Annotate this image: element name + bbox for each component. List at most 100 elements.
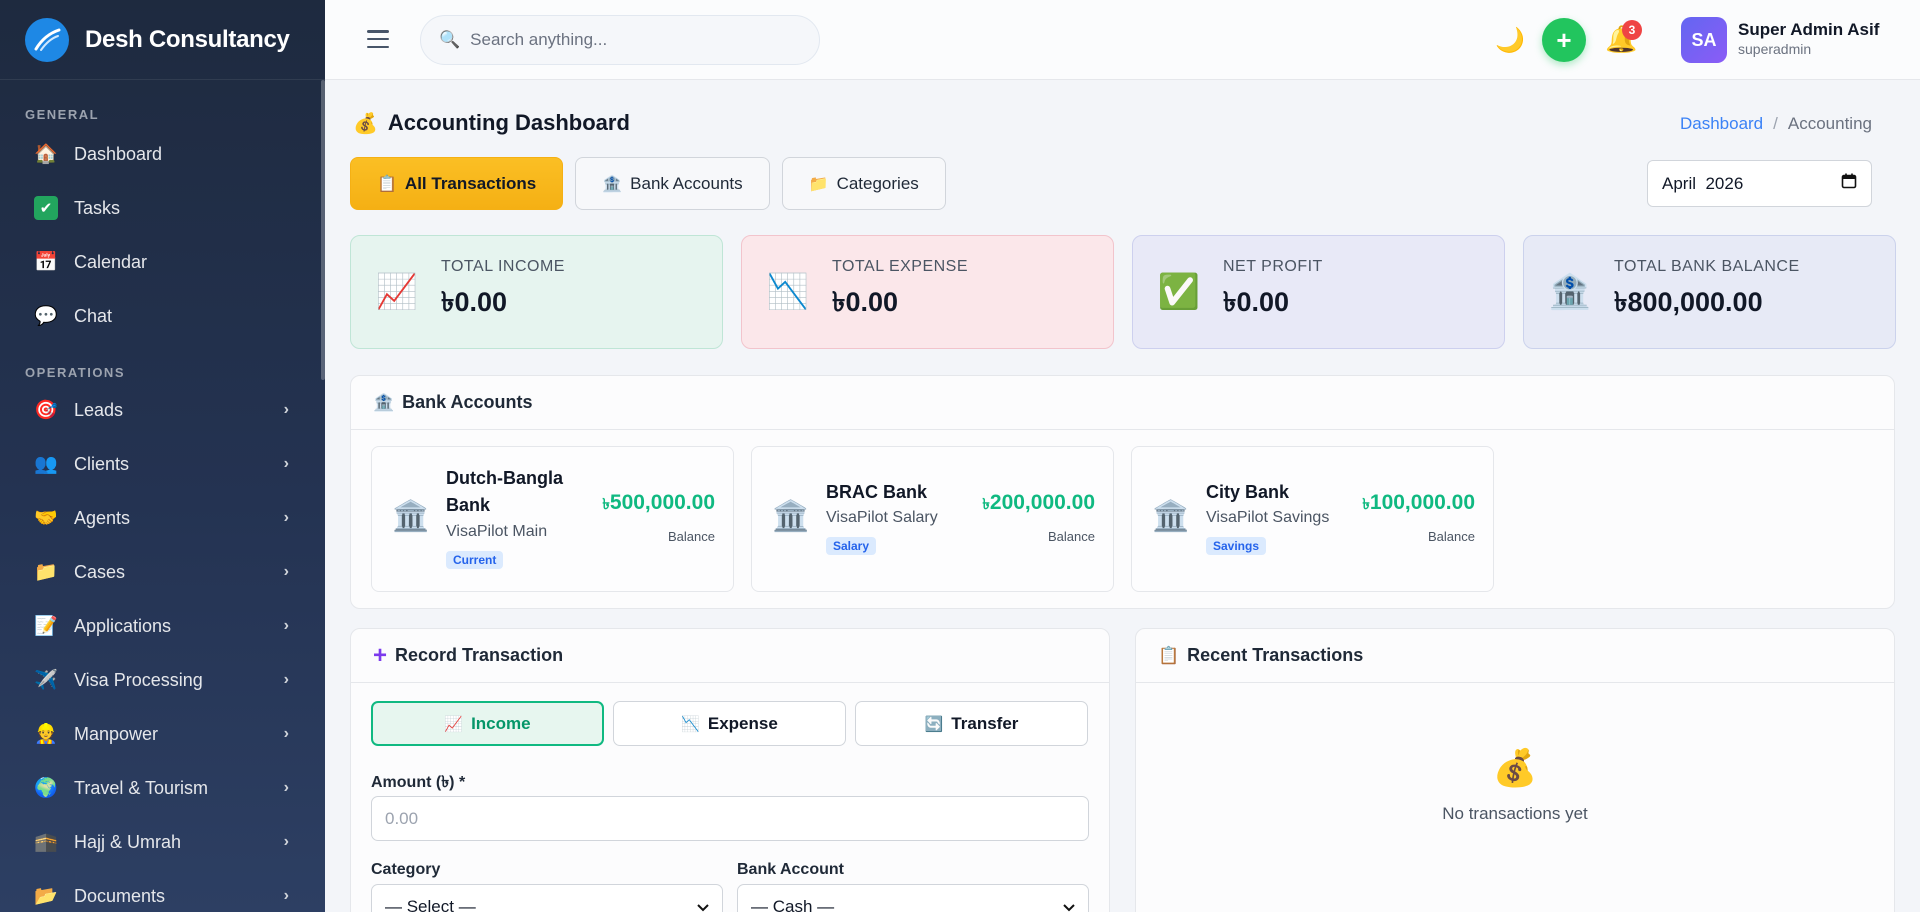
sidebar-item-chat[interactable]: 💬 Chat <box>0 289 325 343</box>
sidebar-item-label: Travel & Tourism <box>74 777 209 798</box>
sidebar-item-tasks[interactable]: ✔ Tasks <box>0 181 325 235</box>
sidebar-item-label: Agents <box>74 507 131 528</box>
sidebar-item-label: Dashboard <box>74 143 163 164</box>
account-type-badge: Salary <box>826 537 877 555</box>
topbar: 🔍 🌙 + 🔔 3 SA Super Admin Asif superadmin <box>325 0 1920 80</box>
sidebar: Desh Consultancy GENERAL 🏠 Dashboard ✔ Tas… <box>0 0 325 912</box>
search-bar[interactable]: 🔍 <box>420 15 820 65</box>
card-header: 📋 Recent Transactions <box>1136 629 1894 683</box>
sidebar-item-clients[interactable]: 👥 Clients › <box>0 437 325 491</box>
brand-logo-icon <box>25 17 69 62</box>
brand-name: Desh Consultancy <box>85 25 290 53</box>
bank-icon: 🏦 <box>1548 273 1592 311</box>
stat-card-total-bank-balance: 🏦 TOTAL BANK BALANCE ৳800,000.00 <box>1523 235 1896 349</box>
stat-value: ৳0.00 <box>441 286 507 317</box>
bank-name: BRAC Bank <box>826 482 928 502</box>
sidebar-item-cases[interactable]: 📁 Cases › <box>0 545 325 599</box>
sidebar-item-label: Calendar <box>74 251 148 272</box>
type-income-button[interactable]: 📈 Income <box>371 701 604 746</box>
document-icon: 📝 <box>34 616 58 637</box>
sidebar-item-manpower[interactable]: 👷 Manpower › <box>0 707 325 761</box>
sidebar-item-travel-tourism[interactable]: 🌍 Travel & Tourism › <box>0 761 325 815</box>
moon-icon[interactable]: 🌙 <box>1495 26 1525 55</box>
stat-label: TOTAL INCOME <box>441 257 565 275</box>
section-label-general: GENERAL <box>25 107 100 122</box>
page-title: 💰 Accounting Dashboard <box>353 110 630 136</box>
sidebar-item-visa-processing[interactable]: ✈️ Visa Processing › <box>0 653 325 707</box>
sidebar-item-label: Cases <box>74 561 126 582</box>
stat-label: TOTAL EXPENSE <box>832 257 969 275</box>
clipboard-icon: 📋 <box>1158 645 1180 665</box>
card-title: Record Transaction <box>395 645 564 665</box>
type-transfer-button[interactable]: 🔄 Transfer <box>855 701 1088 746</box>
chevron-right-icon: › <box>283 725 289 742</box>
breadcrumb-dashboard-link[interactable]: Dashboard <box>1680 114 1763 133</box>
balance-label: Balance <box>1048 529 1095 544</box>
check-icon: ✔ <box>34 196 58 220</box>
bank-accounts-card: 🏦 Bank Accounts 🏛️ Dutch-Bangla Bank Visa… <box>350 375 1895 609</box>
bank-icon: 🏛️ <box>392 500 430 533</box>
bank-account-card[interactable]: 🏛️ City Bank VisaPilot Savings Savings ৳… <box>1131 446 1494 592</box>
money-bag-icon: 💰 <box>353 112 378 135</box>
sidebar-item-label: Chat <box>74 305 113 326</box>
bank-account-card[interactable]: 🏛️ Dutch-Bangla Bank VisaPilot Main Curr… <box>371 446 734 592</box>
avatar[interactable]: SA <box>1681 17 1727 63</box>
money-bag-icon: 💰 <box>1492 747 1538 788</box>
type-label: Income <box>471 713 531 733</box>
user-role: superadmin <box>1738 41 1812 57</box>
balance-amount: 200,000.00 <box>989 491 1095 514</box>
chevron-down-icon <box>697 897 709 912</box>
main-content: 💰 Accounting Dashboard Dashboard / Account… <box>325 80 1920 912</box>
category-select[interactable]: — Select — <box>371 884 723 912</box>
chevron-right-icon: › <box>283 833 289 850</box>
search-icon: 🔍 <box>439 30 461 49</box>
calendar-icon[interactable] <box>1841 173 1857 194</box>
worker-icon: 👷 <box>34 724 58 745</box>
month-picker[interactable]: April 2026 <box>1647 160 1872 207</box>
bank-account-card[interactable]: 🏛️ BRAC Bank VisaPilot Salary Salary ৳20… <box>751 446 1114 592</box>
bank-account-select[interactable]: — Cash — <box>737 884 1089 912</box>
card-header: 🏦 Bank Accounts <box>351 376 1894 430</box>
chevron-right-icon: › <box>283 617 289 634</box>
user-name[interactable]: Super Admin Asif <box>1738 20 1879 40</box>
quick-add-button[interactable]: + <box>1542 18 1586 62</box>
stat-card-total-income: 📈 TOTAL INCOME ৳0.00 <box>350 235 723 349</box>
tab-label: All Transactions <box>404 173 537 193</box>
sidebar-item-applications[interactable]: 📝 Applications › <box>0 599 325 653</box>
balance-amount: 100,000.00 <box>1369 491 1475 514</box>
sidebar-item-calendar[interactable]: 📅 Calendar <box>0 235 325 289</box>
bank-account-label: Bank Account <box>737 861 844 878</box>
bank-name: City Bank <box>1206 482 1290 502</box>
sidebar-item-agents[interactable]: 🤝 Agents › <box>0 491 325 545</box>
tab-bank-accounts[interactable]: 🏦 Bank Accounts <box>575 157 770 210</box>
amount-field[interactable]: 0.00 <box>371 796 1089 841</box>
record-transaction-card: + Record Transaction 📈 Income 📉 Expense 🔄 Tr… <box>350 628 1110 912</box>
tab-categories[interactable]: 📁 Categories <box>781 157 946 210</box>
chart-increasing-icon: 📈 <box>444 715 464 733</box>
currency-symbol: ৳ <box>1362 496 1370 513</box>
stat-card-total-expense: 📉 TOTAL EXPENSE ৳0.00 <box>741 235 1114 349</box>
sidebar-item-documents[interactable]: 📂 Documents › <box>0 869 325 912</box>
card-header: + Record Transaction <box>351 629 1109 683</box>
stat-label: TOTAL BANK BALANCE <box>1614 257 1800 275</box>
target-icon: 🎯 <box>34 400 58 421</box>
chevron-right-icon: › <box>283 887 289 904</box>
brand[interactable]: Desh Consultancy <box>0 0 325 80</box>
chevron-right-icon: › <box>283 455 289 472</box>
type-expense-button[interactable]: 📉 Expense <box>613 701 846 746</box>
folder-icon: 📁 <box>808 175 829 193</box>
tab-all-transactions[interactable]: 📋 All Transactions <box>350 157 564 210</box>
search-input[interactable] <box>470 30 791 50</box>
currency-symbol: ৳ <box>982 496 990 513</box>
sidebar-item-hajj-umrah[interactable]: 🕋 Hajj & Umrah › <box>0 815 325 869</box>
account-type-badge: Current <box>446 551 504 569</box>
menu-toggle-icon[interactable] <box>367 28 389 50</box>
airplane-icon: ✈️ <box>34 670 58 691</box>
sidebar-item-leads[interactable]: 🎯 Leads › <box>0 383 325 437</box>
stat-label: NET PROFIT <box>1223 257 1323 275</box>
category-select-value: — Select — <box>385 896 476 912</box>
sidebar-item-dashboard[interactable]: 🏠 Dashboard <box>0 127 325 181</box>
amount-label: Amount (৳) * <box>371 774 466 791</box>
chevron-right-icon: › <box>283 779 289 796</box>
sidebar-item-label: Manpower <box>74 723 159 744</box>
